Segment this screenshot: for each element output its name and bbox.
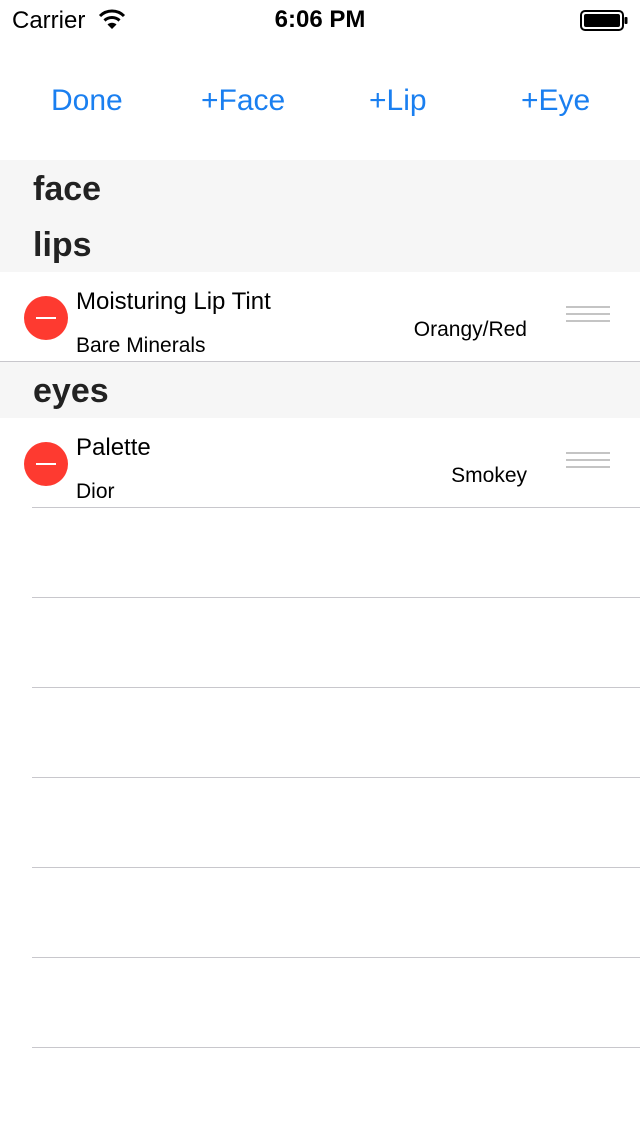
screen: Carrier 6:06 PM Done +Face +Lip +Eye fac…: [0, 0, 640, 1136]
add-face-button[interactable]: +Face: [201, 84, 285, 118]
section-title: face: [33, 170, 102, 208]
item-brand: Bare Minerals: [76, 334, 206, 357]
section-header-eyes: eyes: [0, 362, 640, 418]
row-separator: [32, 957, 640, 958]
section-header-lips: lips: [0, 216, 640, 272]
item-shade: Smokey: [451, 464, 527, 487]
done-button[interactable]: Done: [51, 84, 123, 118]
item-name: Palette: [76, 434, 151, 461]
table-row-lip-item[interactable]: Moisturing Lip Tint Bare Minerals Orangy…: [0, 272, 640, 362]
battery-icon: [580, 10, 628, 31]
toolbar: Done +Face +Lip +Eye: [0, 40, 640, 160]
item-name: Moisturing Lip Tint: [76, 288, 271, 315]
reorder-handle-icon[interactable]: [566, 452, 610, 470]
item-brand: Dior: [76, 480, 115, 503]
delete-icon[interactable]: [24, 442, 68, 486]
section-title: eyes: [33, 372, 109, 410]
row-separator: [32, 867, 640, 868]
reorder-handle-icon[interactable]: [566, 306, 610, 324]
add-eye-button[interactable]: +Eye: [521, 84, 590, 118]
status-time: 6:06 PM: [274, 6, 366, 33]
row-separator: [32, 687, 640, 688]
row-separator: [32, 507, 640, 508]
table-row-eye-item[interactable]: Palette Dior Smokey: [0, 418, 640, 508]
section-title: lips: [33, 226, 92, 264]
section-header-face: face: [0, 160, 640, 216]
status-bar: Carrier 6:06 PM: [0, 0, 640, 40]
delete-icon[interactable]: [24, 296, 68, 340]
row-separator: [32, 1047, 640, 1048]
add-lip-button[interactable]: +Lip: [369, 84, 427, 118]
item-shade: Orangy/Red: [413, 318, 527, 341]
row-separator: [32, 777, 640, 778]
row-separator: [32, 597, 640, 598]
